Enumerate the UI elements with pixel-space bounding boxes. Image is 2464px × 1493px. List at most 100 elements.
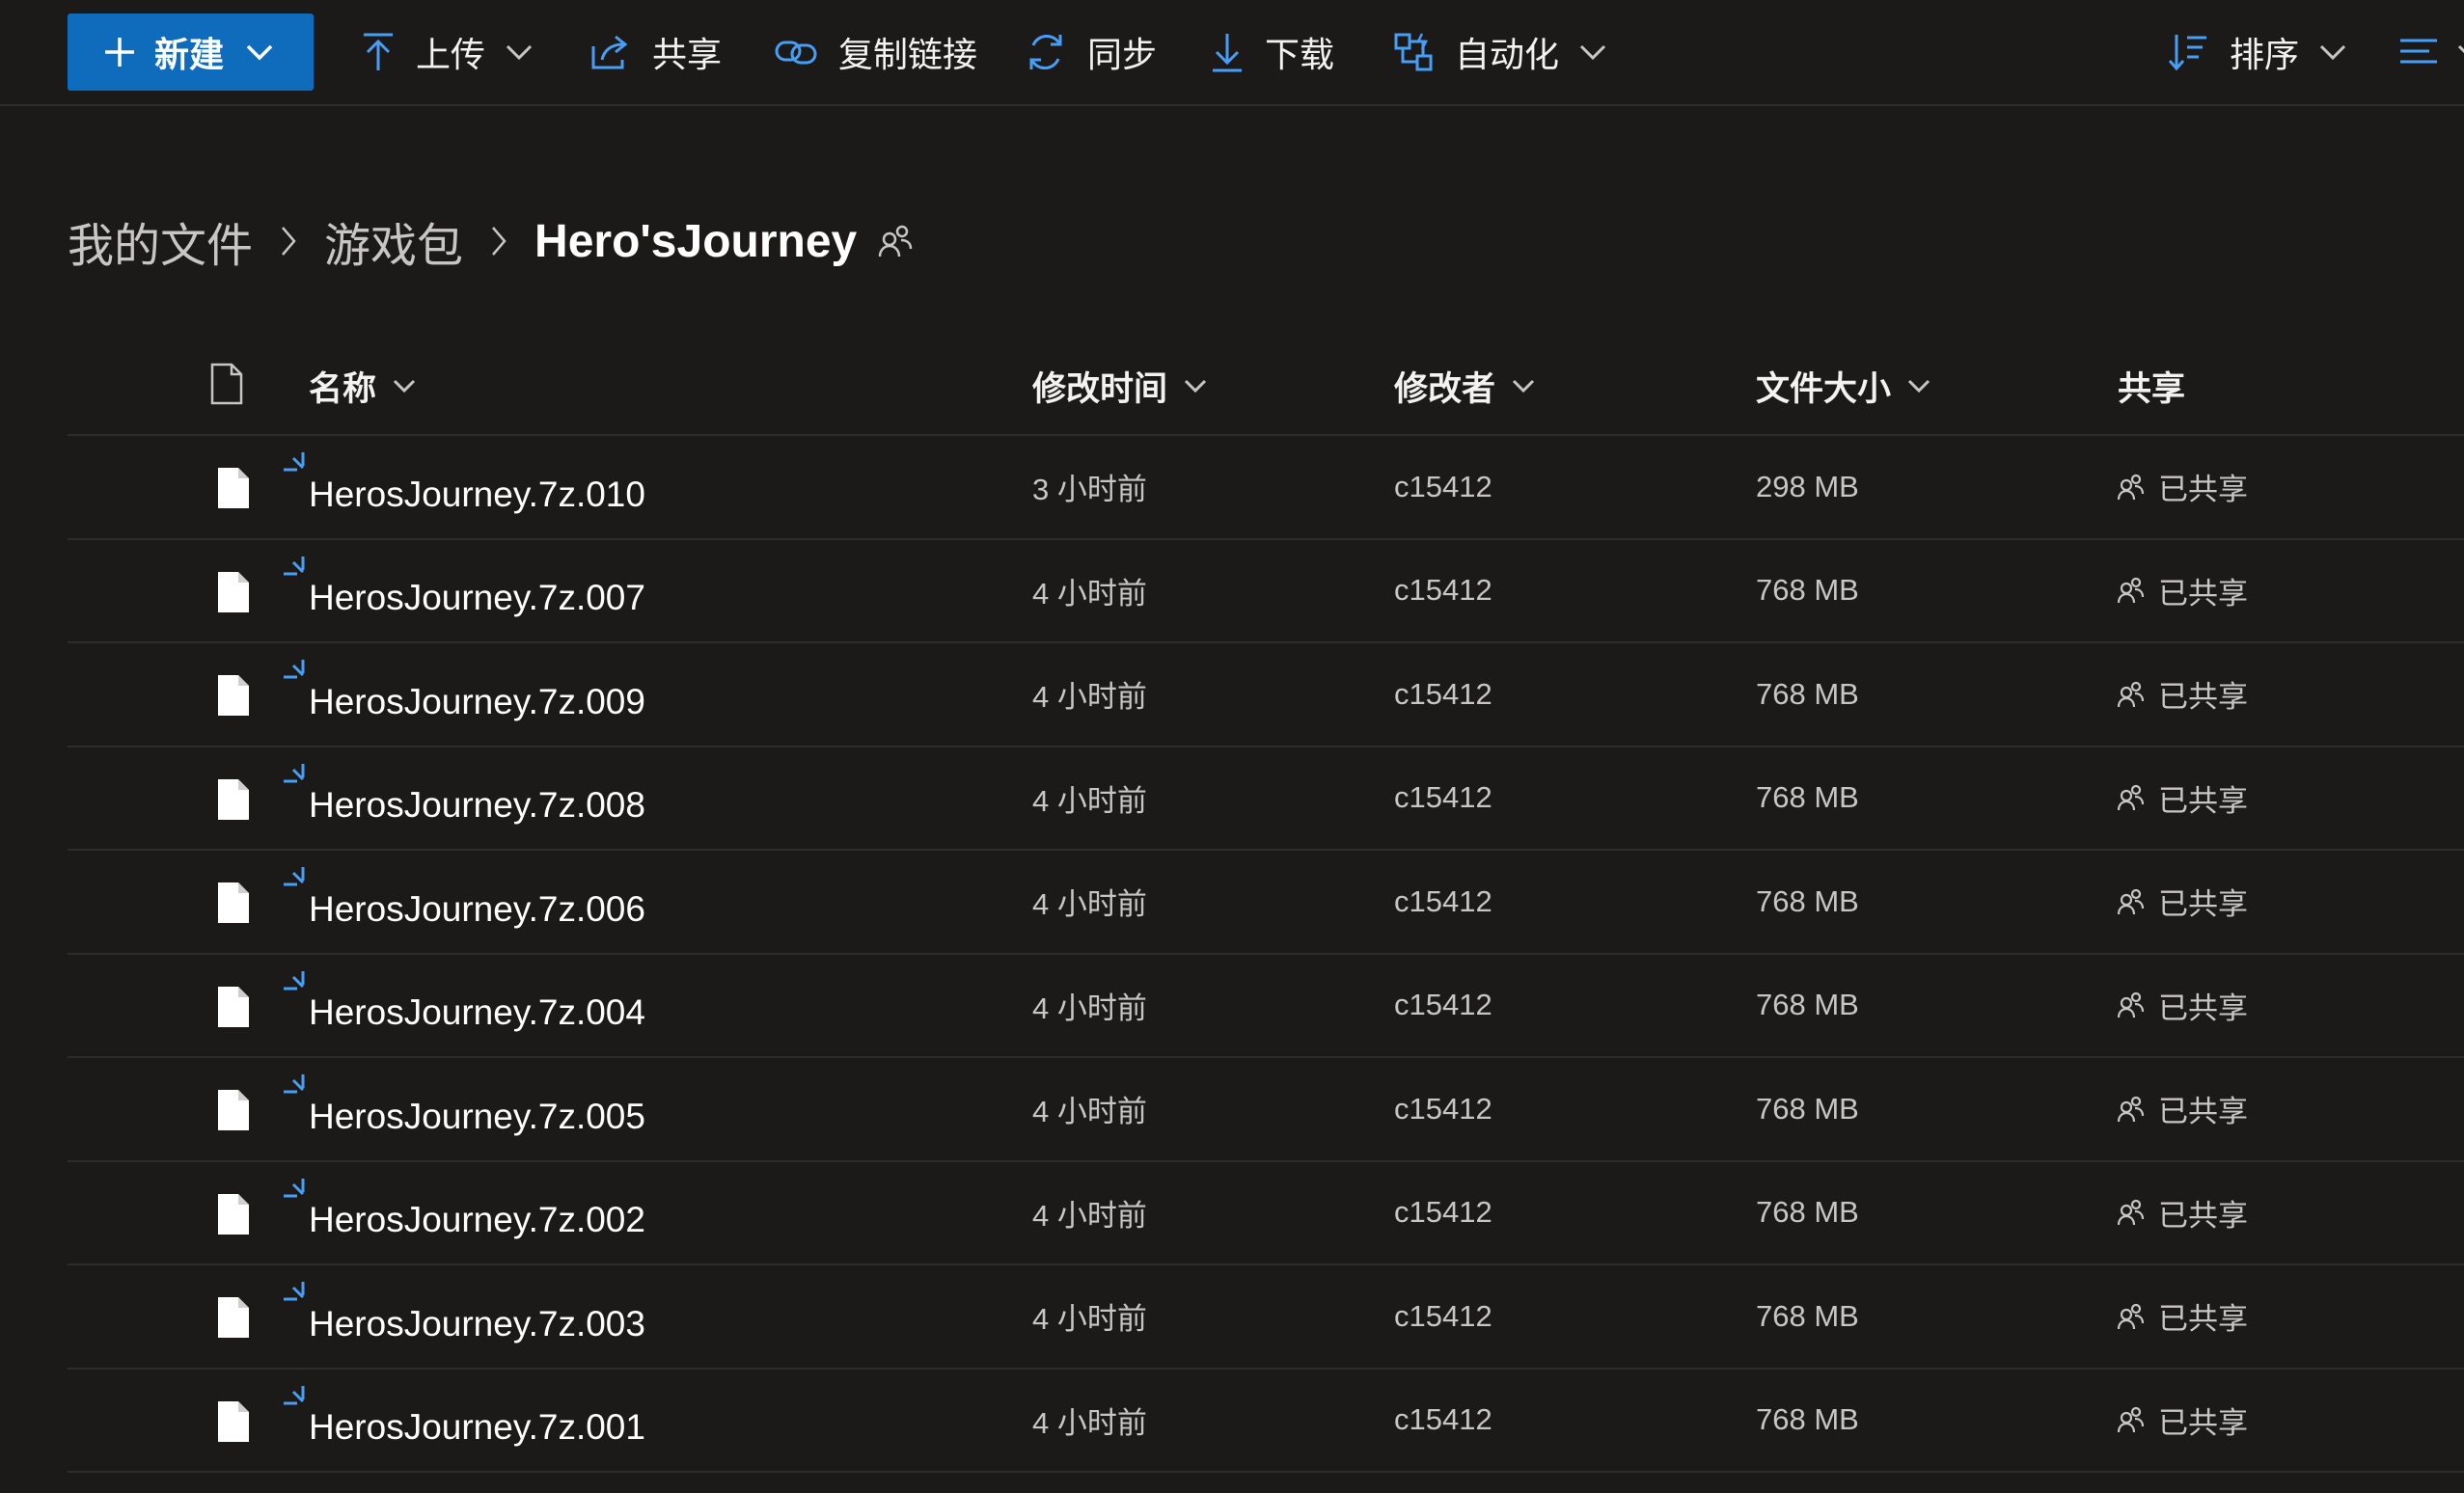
breadcrumb-game-packs[interactable]: 游戏包 [324,207,463,275]
modified-time: 4 小时前 [1032,783,1147,818]
chevron-down-icon [2456,42,2464,62]
file-type-icon[interactable] [210,363,243,405]
share-button[interactable]: 共享 [590,14,722,91]
download-button[interactable]: 下载 [1211,14,1334,91]
share-label: 共享 [652,35,723,74]
sharing-status[interactable]: 已共享 [2118,540,2248,641]
file-name[interactable]: HerosJourney.7z.010 [309,444,645,545]
table-row[interactable]: HerosJourney.7z.008 4 小时前 c15412 768 MB … [68,747,2464,851]
file-size: 768 MB [1756,1091,1859,1126]
breadcrumb-my-files[interactable]: 我的文件 [68,207,253,275]
file-name[interactable]: HerosJourney.7z.001 [309,1377,645,1479]
modified-by: c15412 [1394,988,1492,1021]
modified-time: 4 小时前 [1032,1405,1147,1440]
chevron-right-icon [490,225,507,258]
file-size: 768 MB [1756,676,1859,711]
sharing-status[interactable]: 已共享 [2118,747,2248,849]
column-header-modified-by[interactable]: 修改者 [1394,338,1536,434]
automate-label: 自动化 [1455,35,1560,74]
table-row[interactable]: HerosJourney.7z.005 4 小时前 c15412 768 MB … [68,1058,2464,1162]
sort-label: 排序 [2230,35,2300,74]
sharing-status-label: 已共享 [2158,887,2248,921]
modified-by: c15412 [1394,1402,1492,1436]
file-name[interactable]: HerosJourney.7z.002 [309,1170,645,1271]
file-icon [217,1089,250,1131]
file-name[interactable]: HerosJourney.7z.003 [309,1273,645,1374]
sharing-status[interactable]: 已共享 [2118,1265,2248,1367]
people-icon [2118,991,2145,1018]
file-list: 名称 修改时间 修改者 文件大小 共享 HerosJourney.7z.010 … [68,338,2464,1473]
sharing-status[interactable]: 已共享 [2118,643,2248,745]
copy-link-button[interactable]: 复制链接 [775,14,977,91]
modified-by: c15412 [1394,469,1492,503]
new-sync-icon [282,450,311,483]
modified-by: c15412 [1394,676,1492,711]
modified-time: 4 小时前 [1032,1095,1147,1128]
sharing-status-label: 已共享 [2158,473,2248,506]
sharing-status-label: 已共享 [2158,991,2248,1025]
sharing-status[interactable]: 已共享 [2118,1058,2248,1159]
column-header-modified-by-label: 修改者 [1394,369,1496,408]
sharing-status[interactable]: 已共享 [2118,851,2248,952]
sharing-status[interactable]: 已共享 [2118,955,2248,1056]
file-icon [217,778,250,821]
view-options-button[interactable] [2398,14,2464,91]
chevron-down-icon [1183,377,1208,394]
column-header-size[interactable]: 文件大小 [1756,338,1931,434]
modified-time: 4 小时前 [1032,991,1147,1025]
table-row[interactable]: HerosJourney.7z.002 4 小时前 c15412 768 MB … [68,1162,2464,1265]
upload-button[interactable]: 上传 [362,14,534,91]
file-size: 768 MB [1756,1195,1859,1229]
people-icon [2118,577,2145,604]
plus-icon [102,35,137,69]
file-icon [217,467,250,509]
people-icon[interactable] [878,224,913,258]
table-row[interactable]: HerosJourney.7z.006 4 小时前 c15412 768 MB … [68,851,2464,955]
column-header-sharing[interactable]: 共享 [2118,338,2185,434]
sharing-status[interactable]: 已共享 [2118,436,2248,537]
table-row[interactable]: HerosJourney.7z.001 4 小时前 c15412 768 MB … [68,1370,2464,1473]
column-header-sharing-label: 共享 [2118,369,2186,408]
people-icon [2118,1303,2145,1330]
new-sync-icon [282,1384,311,1417]
chevron-down-icon [392,377,417,394]
file-name[interactable]: HerosJourney.7z.004 [309,963,645,1064]
people-icon [2118,1406,2145,1433]
table-body: HerosJourney.7z.010 3 小时前 c15412 298 MB … [68,436,2464,1473]
column-header-modified-label: 修改时间 [1032,369,1168,408]
sync-button[interactable]: 同步 [1026,14,1157,91]
table-row[interactable]: HerosJourney.7z.010 3 小时前 c15412 298 MB … [68,436,2464,540]
file-name[interactable]: HerosJourney.7z.006 [309,858,645,960]
sharing-status[interactable]: 已共享 [2118,1370,2248,1471]
file-name[interactable]: HerosJourney.7z.009 [309,651,645,752]
table-row[interactable]: HerosJourney.7z.009 4 小时前 c15412 768 MB … [68,643,2464,747]
table-row[interactable]: HerosJourney.7z.007 4 小时前 c15412 768 MB … [68,540,2464,643]
people-icon [2118,1096,2145,1123]
file-name[interactable]: HerosJourney.7z.008 [309,755,645,856]
sharing-status[interactable]: 已共享 [2118,1162,2248,1263]
column-header-name[interactable]: 名称 [309,338,417,434]
sync-icon [1026,32,1066,72]
column-header-modified[interactable]: 修改时间 [1032,338,1208,434]
upload-label: 上传 [416,35,486,74]
automate-button[interactable]: 自动化 [1393,14,1607,91]
sharing-status-label: 已共享 [2158,1405,2248,1440]
file-name[interactable]: HerosJourney.7z.005 [309,1066,645,1167]
table-row[interactable]: HerosJourney.7z.004 4 小时前 c15412 768 MB … [68,955,2464,1058]
table-row[interactable]: HerosJourney.7z.003 4 小时前 c15412 768 MB … [68,1265,2464,1370]
sort-button[interactable]: 排序 [2168,14,2347,91]
breadcrumb-current-folder: Hero'sJourney [534,215,858,267]
chevron-down-icon [245,42,274,62]
new-button[interactable]: 新建 [68,14,314,91]
people-icon [2118,784,2145,811]
file-name[interactable]: HerosJourney.7z.007 [309,548,645,649]
new-sync-icon [282,969,311,1002]
new-sync-icon [282,865,311,898]
people-icon [2118,1199,2145,1226]
modified-time: 4 小时前 [1032,1302,1147,1336]
table-header: 名称 修改时间 修改者 文件大小 共享 [68,338,2464,436]
modified-by: c15412 [1394,883,1492,918]
sharing-status-label: 已共享 [2158,1302,2248,1336]
file-icon [217,571,250,613]
modified-time: 4 小时前 [1032,887,1147,921]
